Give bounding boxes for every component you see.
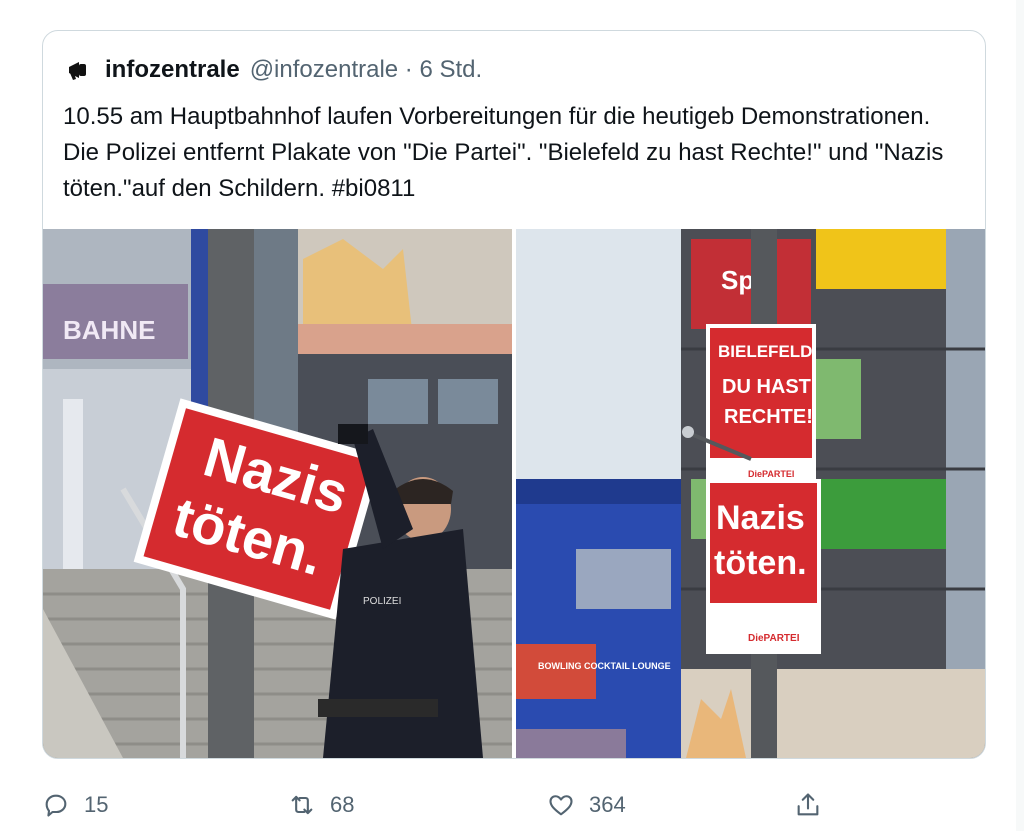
scrollbar-track[interactable]: [1016, 0, 1024, 831]
megaphone-icon: [65, 56, 93, 84]
poster-top-line3: RECHTE!: [724, 406, 813, 428]
tweet-header: infozentrale @infozentrale · 6 Std.: [63, 53, 482, 87]
poster-top-party: DiePARTEI: [748, 469, 794, 479]
display-name[interactable]: infozentrale: [105, 56, 240, 84]
tweet-actions: 15 68 364: [42, 780, 842, 830]
poster-top-line2: DU HAST: [722, 376, 811, 398]
reply-icon: [45, 794, 67, 817]
photo-right-scene: BOWLING COCKTAIL LOUNGE Spa BIELEFELD DU…: [516, 229, 985, 758]
retweet-count: 68: [330, 792, 355, 817]
avatar[interactable]: [63, 54, 95, 86]
retweet-button[interactable]: 68: [288, 780, 354, 830]
share-icon: [797, 793, 819, 816]
reply-count: 15: [84, 792, 109, 817]
like-icon: [549, 795, 573, 816]
poster-bottom-line1: Nazis: [716, 499, 805, 537]
police-badge: POLIZEI: [363, 596, 401, 607]
share-button[interactable]: [794, 780, 822, 830]
poster-top-line1: BIELEFELD: [718, 342, 812, 361]
like-count: 364: [589, 792, 626, 817]
bowling-sign: BOWLING COCKTAIL LOUNGE: [538, 661, 671, 671]
photo-left[interactable]: BAHNE Nazis töten. POLIZEI: [43, 229, 512, 758]
like-button[interactable]: 364: [547, 780, 626, 830]
poster-bottom-party: DiePARTEI: [748, 633, 800, 644]
building-sign-text: BAHNE: [63, 315, 155, 345]
media-grid: BAHNE Nazis töten. POLIZEI BOWLING COCKT…: [43, 229, 985, 758]
tweet-card[interactable]: infozentrale @infozentrale · 6 Std. 10.5…: [42, 30, 986, 759]
tweet-text: 10.55 am Hauptbahnhof laufen Vorbereitun…: [63, 103, 944, 202]
poster-bottom-line2: töten.: [714, 544, 807, 582]
retweet-icon: [291, 795, 313, 815]
photo-right[interactable]: BOWLING COCKTAIL LOUNGE Spa BIELEFELD DU…: [516, 229, 985, 758]
photo-left-scene: BAHNE Nazis töten. POLIZEI: [43, 229, 512, 758]
reply-button[interactable]: 15: [42, 780, 108, 830]
handle-and-time[interactable]: @infozentrale · 6 Std.: [250, 56, 482, 84]
